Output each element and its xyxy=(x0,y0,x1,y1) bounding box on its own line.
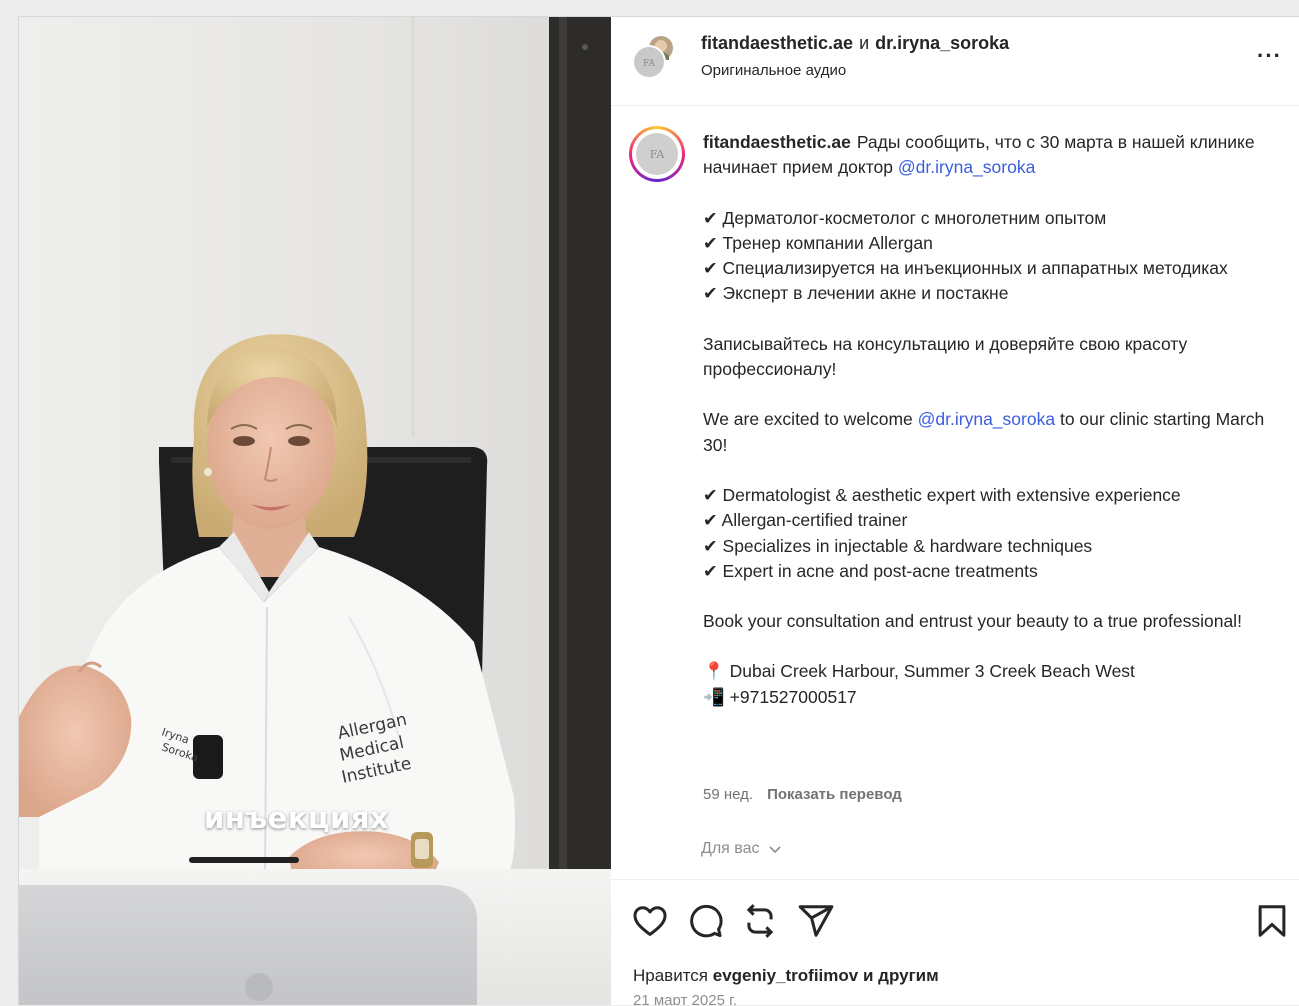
likes-suffix[interactable]: и другим xyxy=(863,966,939,985)
post-date[interactable]: 21 март 2025 г. xyxy=(633,992,737,1005)
action-bar: Нравится evgeniy_trofiimov и другим 21 м… xyxy=(611,879,1299,1005)
video-caption: инъекциях xyxy=(204,801,390,835)
caption-text: fitandaesthetic.ae Рады сообщить, что с 3… xyxy=(703,130,1273,710)
post-dialog: Allergan Medical Institute Iryna Soroka … xyxy=(18,16,1299,1005)
post-header: FA fitandaesthetic.ae и dr.iryna_soroka Ор… xyxy=(611,17,1299,106)
likes-prefix: Нравится xyxy=(633,966,709,985)
header-accounts: fitandaesthetic.ae и dr.iryna_soroka xyxy=(701,33,1009,54)
header-conjunction: и xyxy=(859,33,870,53)
en-point: ✔ Allergan-certified trainer xyxy=(703,510,908,531)
chevron-down-icon xyxy=(769,846,781,853)
mention-link[interactable]: @dr.iryna_soroka xyxy=(898,157,1035,177)
for-you-toggle[interactable]: Для вас xyxy=(701,840,782,858)
ru-point: ✔ Эксперт в лечении акне и постакне xyxy=(703,283,1009,304)
header-account-link[interactable]: fitandaesthetic.ae xyxy=(701,33,853,53)
ru-point: ✔ Специализируется на инъекционных и апп… xyxy=(703,258,1228,279)
reel-video[interactable]: Allergan Medical Institute Iryna Soroka … xyxy=(19,17,611,1005)
en-call-to-action: Book your consultation and entrust your … xyxy=(703,611,1242,632)
post-caption-area: FA fitandaesthetic.ae Рады сообщить, что … xyxy=(611,106,1299,879)
ru-point: ✔ Дерматолог-косметолог с многолетним оп… xyxy=(703,207,1107,228)
avatar-initials: FA xyxy=(636,133,678,175)
likes-summary: Нравится evgeniy_trofiimov и другим xyxy=(633,966,939,986)
video-frame-illustration: Allergan Medical Institute Iryna Soroka xyxy=(19,17,611,1005)
show-translation-link[interactable]: Показать перевод xyxy=(767,786,902,803)
en-point: ✔ Expert in acne and post-acne treatment… xyxy=(703,560,1038,581)
svg-text:FA: FA xyxy=(643,59,655,69)
original-audio-link[interactable]: Оригинальное аудио xyxy=(701,62,846,79)
address: 📍 Dubai Creek Harbour, Summer 3 Creek Be… xyxy=(703,661,1135,682)
likes-user-link[interactable]: evgeniy_trofiimov xyxy=(713,966,859,985)
bookmark-icon[interactable] xyxy=(1253,902,1291,940)
ru-call-to-action: Записывайтесь на консультацию и доверяйт… xyxy=(703,333,1188,380)
caption-meta: 59 нед. Показать перевод xyxy=(703,786,902,803)
caption-author-link[interactable]: fitandaesthetic.ae xyxy=(703,132,851,152)
collab-avatars[interactable]: FA xyxy=(631,34,677,80)
phone: 📲 +971527000517 xyxy=(703,686,857,707)
author-avatar[interactable]: FA xyxy=(629,126,685,182)
comment-icon[interactable] xyxy=(686,902,724,940)
share-icon[interactable] xyxy=(797,902,835,940)
header-collaborator-link[interactable]: dr.iryna_soroka xyxy=(875,33,1009,53)
post-age[interactable]: 59 нед. xyxy=(703,786,753,803)
post-panel: FA fitandaesthetic.ae и dr.iryna_soroka Ор… xyxy=(611,17,1299,1005)
en-mention-link[interactable]: @dr.iryna_soroka xyxy=(918,409,1055,429)
en-point: ✔ Dermatologist & aesthetic expert with … xyxy=(703,484,1181,505)
en-intro-before: We are excited to welcome xyxy=(703,409,913,430)
more-icon[interactable]: ··· xyxy=(1257,43,1282,69)
avatar-inner: FA xyxy=(632,129,682,179)
heart-icon[interactable] xyxy=(631,902,669,940)
repost-icon[interactable] xyxy=(741,902,779,940)
en-point: ✔ Specializes in injectable & hardware t… xyxy=(703,535,1093,556)
for-you-label: Для вас xyxy=(701,840,760,857)
ru-point: ✔ Тренер компании Allergan xyxy=(703,232,933,253)
